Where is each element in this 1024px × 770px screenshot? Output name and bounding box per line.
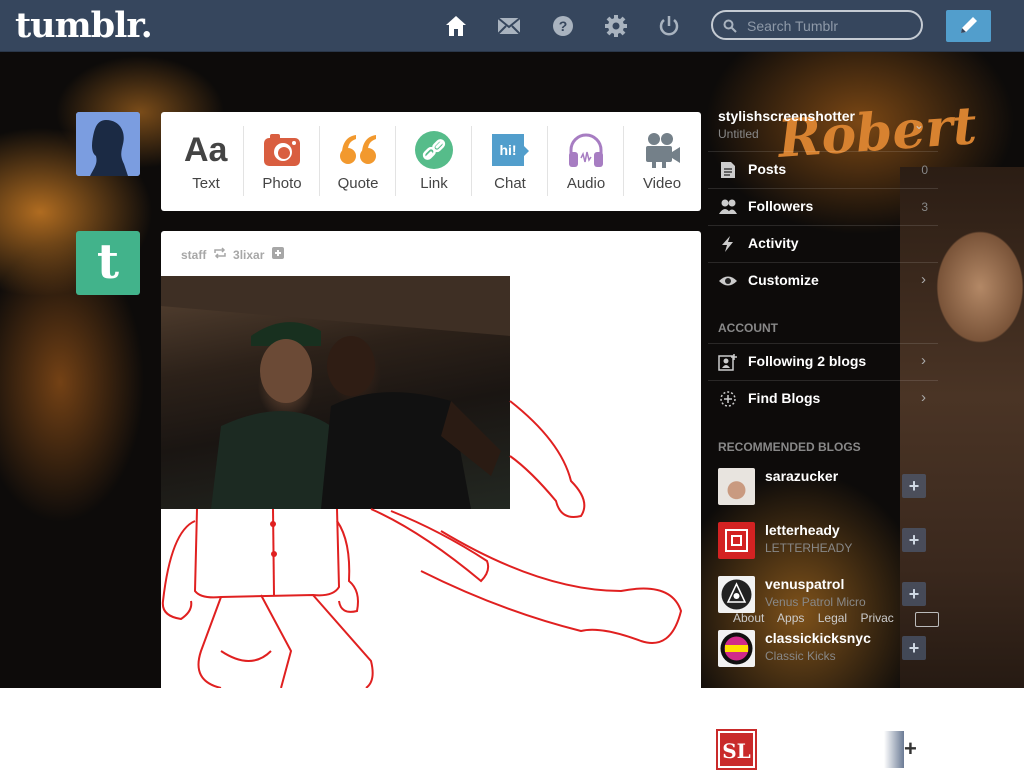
blog-name: stylishscreenshotter [718, 108, 855, 124]
blog-avatar [718, 576, 755, 613]
sidebar-item-following[interactable]: Following 2 blogs › [708, 343, 938, 380]
search-icon [723, 19, 737, 33]
sidebar-item-label: Following 2 blogs [748, 353, 867, 369]
follow-button[interactable]: + [902, 636, 926, 660]
sidebar-item-label: Posts [748, 161, 787, 177]
svg-text:?: ? [559, 18, 568, 34]
follow-button[interactable]: + [902, 528, 926, 552]
post-type-label: Text [192, 175, 220, 192]
post-type-label: Chat [494, 175, 526, 192]
sidebar-item-count: 3 [921, 200, 928, 214]
tumblr-staff-avatar[interactable]: t [76, 231, 140, 295]
page-bottom [0, 688, 1024, 768]
posts-icon [721, 162, 735, 178]
post-type-link[interactable]: Link [396, 112, 472, 211]
post-type-label: Photo [262, 175, 302, 192]
recommended-blog-name: sarazucker [765, 468, 839, 484]
sidebar-item-posts[interactable]: Posts 0 [708, 151, 938, 188]
camera-icon [264, 134, 300, 166]
footer-links: About Apps Legal Privac [733, 611, 904, 625]
follow-plus-icon[interactable]: + [904, 736, 917, 762]
recommended-blog[interactable]: sarazucker + [708, 464, 938, 516]
post-type-label: Quote [337, 175, 379, 192]
recommended-blog-title: Classic Kicks [765, 649, 836, 663]
eye-icon [719, 276, 737, 286]
post-type-photo[interactable]: Photo [244, 112, 320, 211]
post-type-bar: Aa Text Photo Quote Link hi! Chat Audio … [161, 112, 701, 211]
account-heading: ACCOUNT [718, 321, 778, 335]
link-icon [415, 131, 453, 169]
post-type-label: Audio [566, 175, 606, 192]
footer-link-apps[interactable]: Apps [777, 611, 804, 625]
chat-icon: hi! [492, 134, 529, 166]
help-icon[interactable]: ? [551, 14, 575, 38]
blog-avatar [718, 522, 755, 559]
silhouette-icon [76, 112, 140, 176]
chevron-down-icon: ⌄ [914, 118, 925, 132]
sidebar-item-followers[interactable]: Followers 3 [708, 188, 938, 225]
post-type-chat[interactable]: hi! Chat [472, 112, 548, 211]
text-icon: Aa [184, 131, 228, 169]
followers-icon [719, 199, 737, 214]
find-blogs-icon [720, 391, 736, 407]
recommended-blog-name: venuspatrol [765, 576, 845, 592]
post-type-label: Link [420, 175, 448, 192]
user-avatar[interactable] [76, 112, 140, 176]
recommended-blog-title: LETTERHEADY [765, 541, 853, 555]
recommended-heading: RECOMMENDED BLOGS [718, 440, 861, 454]
sidebar-item-count: 0 [921, 163, 928, 177]
search-box[interactable] [711, 10, 923, 40]
dashboard-post: staff 3lixar [161, 231, 701, 688]
quote-icon [340, 135, 376, 164]
mail-icon[interactable] [497, 14, 521, 38]
chevron-right-icon: › [921, 389, 926, 406]
sidebar-item-find-blogs[interactable]: Find Blogs › [708, 380, 938, 417]
compose-button[interactable] [946, 10, 991, 42]
recommended-blog[interactable]: letterheady LETTERHEADY + [708, 518, 938, 570]
gear-icon[interactable] [604, 14, 628, 38]
keyboard-icon[interactable] [915, 612, 939, 627]
search-input[interactable] [745, 16, 919, 36]
recommended-blog-name: classickicksnyc [765, 630, 871, 646]
blog-title: Untitled [718, 127, 759, 141]
blog-switcher[interactable]: stylishscreenshotter Untitled ⌄ [708, 100, 938, 148]
sidebar-item-label: Customize [748, 272, 819, 288]
footer-link-legal[interactable]: Legal [818, 611, 847, 625]
recommended-blog-name: letterheady [765, 522, 840, 538]
chevron-right-icon: › [921, 271, 926, 288]
sidebar-item-activity[interactable]: Activity [708, 225, 938, 262]
red-doodle-drawing [161, 400, 683, 688]
blog-avatar [718, 468, 755, 505]
footer-link-about[interactable]: About [733, 611, 764, 625]
recommended-blog[interactable]: classickicksnyc Classic Kicks + [708, 626, 938, 678]
follow-button[interactable]: + [902, 582, 926, 606]
sidebar-item-label: Followers [748, 198, 814, 214]
follow-button-edge [884, 731, 904, 768]
footer-link-privacy[interactable]: Privac [860, 611, 893, 625]
video-camera-icon [646, 133, 680, 168]
follow-button[interactable]: + [902, 474, 926, 498]
sidebar-item-customize[interactable]: Customize › [708, 262, 938, 299]
power-icon[interactable] [657, 14, 681, 38]
tumblr-logo[interactable]: tumblr. [15, 5, 153, 46]
chevron-right-icon: › [921, 352, 926, 369]
post-type-quote[interactable]: Quote [320, 112, 396, 211]
post-type-audio[interactable]: Audio [548, 112, 624, 211]
post-type-text[interactable]: Aa Text [168, 112, 244, 211]
home-icon[interactable] [444, 14, 468, 38]
sidebar-item-label: Find Blogs [748, 390, 821, 406]
following-icon [718, 354, 737, 371]
sidebar-item-label: Activity [748, 235, 799, 251]
post-type-video[interactable]: Video [624, 112, 700, 211]
post-type-label: Video [642, 175, 682, 192]
lightning-icon [722, 236, 733, 252]
pencil-icon [961, 17, 977, 33]
recommended-blog-title: Venus Patrol Micro [765, 595, 866, 609]
headphones-icon [569, 133, 603, 167]
top-header: tumblr. ? [0, 0, 1024, 52]
svg-text:hi!: hi! [499, 142, 516, 158]
sl-blog-avatar[interactable]: SL [716, 729, 757, 770]
blog-avatar [718, 630, 755, 667]
